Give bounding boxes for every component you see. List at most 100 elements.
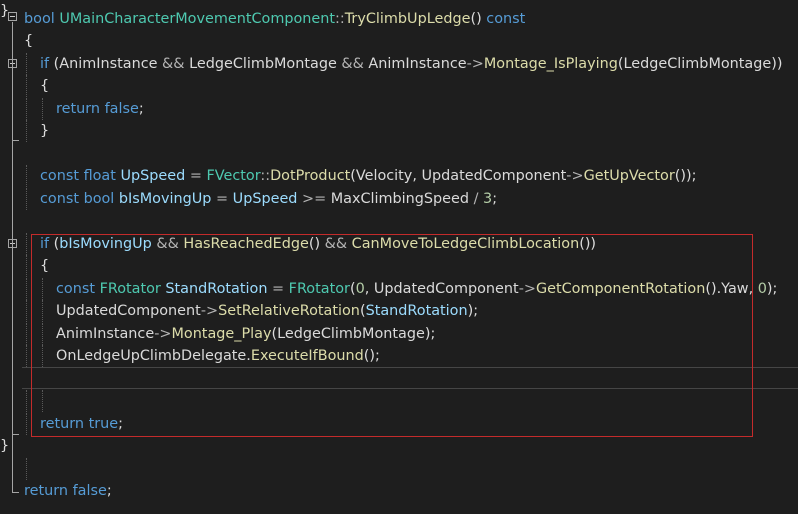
indent-guide: [42, 278, 43, 300]
code-line[interactable]: const FRotator StandRotation = FRotator (…: [0, 278, 798, 300]
code-token: LedgeClimbMontage: [623, 56, 772, 72]
code-text: AnimInstance->Montage_Play(LedgeClimbMon…: [56, 323, 435, 345]
code-token: );: [467, 303, 479, 319]
code-token: ;: [492, 191, 498, 207]
code-token: HasReachedEdge: [183, 236, 309, 252]
code-token: ;: [118, 416, 123, 432]
code-token: &&: [336, 56, 369, 72]
code-token: Montage_Play: [171, 326, 272, 342]
code-token: FVector: [206, 168, 261, 184]
code-text: }: [0, 435, 9, 457]
code-line[interactable]: [0, 210, 798, 232]
code-text: }: [0, 0, 9, 22]
code-line[interactable]: return true;: [0, 413, 798, 435]
indent-guide: [26, 323, 27, 345]
code-line[interactable]: [0, 368, 798, 390]
code-token: AnimInstance: [368, 56, 467, 72]
code-token: (): [308, 236, 325, 252]
indent-guide: [42, 345, 43, 367]
code-token: SetRelativeRotation: [218, 303, 360, 319]
code-line[interactable]: return false;: [0, 480, 798, 502]
code-line[interactable]: OnLedgeUpClimbDelegate.ExecuteIfBound();: [0, 345, 798, 367]
code-token: ;: [138, 101, 144, 117]
code-token: FRotator: [288, 281, 350, 297]
code-token: UpdatedComponent: [421, 168, 567, 184]
code-token: ());: [674, 168, 697, 184]
code-token: MaxClimbingSpeed: [330, 191, 470, 207]
code-line[interactable]: {: [0, 255, 798, 277]
code-line[interactable]: }: [0, 0, 798, 22]
code-line[interactable]: if (AnimInstance && LedgeClimbMontage &&…: [0, 53, 798, 75]
code-text: const bool bIsMovingUp = UpSpeed >= MaxC…: [40, 188, 497, 210]
code-token: bool: [83, 191, 115, 207]
code-text: const float UpSpeed = FVector::DotProduc…: [40, 165, 696, 187]
code-token: {: [40, 258, 50, 274]
code-text: {: [40, 255, 49, 277]
code-line[interactable]: return false;: [0, 98, 798, 120]
code-text: return false;: [56, 98, 144, 120]
code-token: ,: [364, 281, 374, 297]
code-token: (: [49, 236, 60, 252]
code-token: 0: [757, 281, 767, 297]
indent-guide: [26, 458, 27, 480]
code-token: CanMoveToLedgeClimbLocation: [351, 236, 580, 252]
indent-guide: [26, 75, 27, 97]
code-token: DotProduct: [270, 168, 351, 184]
code-token: ->: [154, 326, 172, 342]
code-token: =: [267, 281, 289, 297]
code-line[interactable]: if (bIsMovingUp && HasReachedEdge() && C…: [0, 233, 798, 255]
code-token: 3: [483, 191, 493, 207]
indent-guide: [26, 390, 27, 412]
code-token: }: [0, 438, 10, 454]
code-line[interactable]: [0, 458, 798, 480]
code-token: (: [49, 56, 60, 72]
code-line[interactable]: [0, 390, 798, 412]
code-editor[interactable]: bool UMainCharacterMovementComponent::Tr…: [0, 0, 798, 514]
code-text: {: [40, 75, 49, 97]
code-line[interactable]: {: [0, 75, 798, 97]
code-token: LedgeClimbMontage: [277, 326, 425, 342]
code-line[interactable]: {: [0, 30, 798, 52]
code-text: }: [40, 120, 49, 142]
code-line[interactable]: }: [0, 120, 798, 142]
code-token: ->: [466, 56, 484, 72]
code-token: &&: [151, 236, 184, 252]
code-text: OnLedgeUpClimbDelegate.ExecuteIfBound();: [56, 345, 380, 367]
indent-guide: [26, 278, 27, 300]
code-token: ->: [200, 303, 219, 319]
code-token: {: [24, 33, 34, 49]
code-token: &&: [324, 236, 348, 252]
code-line[interactable]: [0, 143, 798, 165]
code-token: >=: [297, 191, 331, 207]
code-token: {: [40, 78, 50, 94]
code-line[interactable]: UpdatedComponent->SetRelativeRotation(St…: [0, 300, 798, 322]
code-token: if: [40, 236, 50, 252]
code-token: float: [83, 168, 116, 184]
code-token: );: [766, 281, 778, 297]
code-token: return: [40, 416, 85, 432]
indent-guide: [26, 165, 27, 187]
code-line[interactable]: }: [0, 435, 798, 457]
code-text: return true;: [40, 413, 123, 435]
code-token: ->: [566, 168, 584, 184]
code-text: return false;: [24, 480, 112, 502]
code-token: ::: [260, 168, 271, 184]
code-line[interactable]: const bool bIsMovingUp = UpSpeed >= MaxC…: [0, 188, 798, 210]
code-token: OnLedgeUpClimbDelegate: [56, 348, 247, 364]
code-token: }: [40, 123, 50, 139]
indent-guide: [26, 255, 27, 277]
code-line[interactable]: const float UpSpeed = FVector::DotProduc…: [0, 165, 798, 187]
code-token: ExecuteIfBound: [250, 348, 364, 364]
code-token: true: [88, 416, 119, 432]
code-token: UpSpeed: [120, 168, 186, 184]
code-line[interactable]: AnimInstance->Montage_Play(LedgeClimbMon…: [0, 323, 798, 345]
code-token: return: [24, 483, 69, 499]
code-token: LedgeClimbMontage: [189, 56, 337, 72]
code-token: const: [56, 281, 95, 297]
indent-guide: [42, 98, 43, 120]
code-token: =: [185, 168, 207, 184]
indent-guide: [42, 323, 43, 345]
code-token: if: [40, 56, 50, 72]
indent-guide: [42, 300, 43, 322]
code-token: =: [211, 191, 233, 207]
